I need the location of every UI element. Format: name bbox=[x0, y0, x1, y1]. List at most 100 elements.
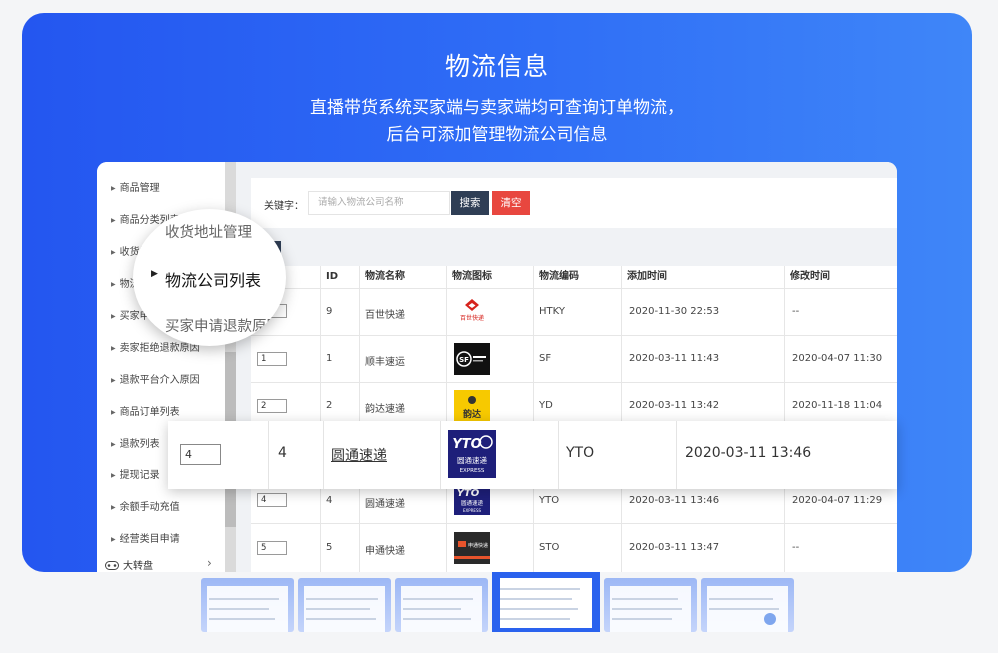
row-added: 2020-03-11 13:42 bbox=[629, 400, 720, 411]
gamepad-icon bbox=[105, 561, 119, 570]
yto-express-logo: YTO 圆通速递 EXPRESS bbox=[448, 430, 496, 478]
keyword-label: 关键字： bbox=[264, 201, 304, 212]
svg-text:圆通速递: 圆通速递 bbox=[457, 455, 487, 465]
col-header-id[interactable]: ID bbox=[326, 266, 338, 288]
hero-subtitle-line2: 后台可添加管理物流公司信息 bbox=[386, 125, 608, 145]
thumbnail-6[interactable] bbox=[701, 578, 794, 632]
caret-right-icon: ▶ bbox=[111, 217, 116, 224]
row-modified: 2020-04-07 11:29 bbox=[792, 495, 883, 506]
row-code: SF bbox=[539, 353, 552, 364]
caret-right-icon: ▶ bbox=[111, 185, 116, 192]
caret-right-icon: ▶ bbox=[111, 313, 116, 320]
row-code: YD bbox=[539, 400, 553, 411]
sort-order-input[interactable]: 5 bbox=[257, 541, 287, 555]
pie-chart-icon bbox=[764, 613, 776, 625]
thumbnail-5[interactable] bbox=[604, 578, 697, 632]
row-name: 圆通速递 bbox=[365, 499, 405, 510]
svg-text:申通快递: 申通快递 bbox=[468, 542, 488, 549]
col-header-code[interactable]: 物流编码 bbox=[539, 266, 579, 288]
sort-order-input[interactable]: 4 bbox=[257, 493, 287, 507]
row-name: 申通快递 bbox=[365, 546, 405, 557]
magnified-item-refund-reason[interactable]: 买家申请退款原因 bbox=[165, 315, 281, 336]
row-id: 5 bbox=[326, 542, 333, 553]
sort-order-input[interactable]: 2 bbox=[257, 399, 287, 413]
svg-text:圆通速递: 圆通速递 bbox=[461, 499, 484, 507]
row-modified: 2020-04-07 11:30 bbox=[792, 353, 883, 364]
row-name: 顺丰速运 bbox=[365, 357, 405, 368]
caret-right-icon: ▶ bbox=[111, 472, 116, 479]
row-code: STO bbox=[539, 542, 560, 553]
row-added: 2020-11-30 22:53 bbox=[629, 306, 720, 317]
sidebar-item-wheel[interactable]: 大转盘 › bbox=[105, 556, 212, 572]
col-header-added[interactable]: 添加时间 bbox=[627, 266, 667, 288]
sidebar-item-category-apply[interactable]: ▶ 经营类目申请 bbox=[111, 530, 180, 545]
sf-express-logo: SF bbox=[454, 343, 490, 375]
row-added: 2020-03-11 13:46 bbox=[685, 445, 812, 461]
caret-right-icon: ▶ bbox=[111, 281, 116, 288]
row-name: 百世快递 bbox=[365, 310, 405, 321]
row-added: 2020-03-11 13:46 bbox=[629, 495, 720, 506]
col-header-name[interactable]: 物流名称 bbox=[365, 266, 405, 288]
clear-button[interactable]: 清空 bbox=[492, 191, 530, 215]
caret-right-icon: ▶ bbox=[111, 345, 116, 352]
svg-text:百世快递: 百世快递 bbox=[460, 314, 484, 322]
row-id: 1 bbox=[326, 353, 333, 364]
search-button[interactable]: 搜索 bbox=[451, 191, 489, 215]
magnified-item-logistics-list[interactable]: 物流公司列表 bbox=[165, 267, 261, 291]
row-name-link[interactable]: 圆通速递 bbox=[331, 445, 387, 465]
row-id: 9 bbox=[326, 306, 333, 317]
magnified-item-address[interactable]: 收货地址管理 bbox=[165, 221, 252, 242]
yunda-logo: 韵达 bbox=[454, 390, 490, 422]
sidebar-item-goods[interactable]: ▶ 商品管理 bbox=[111, 179, 160, 194]
caret-right-icon: ▶ bbox=[111, 536, 116, 543]
sidebar-magnifier: 收货地址管理 ▶ 物流公司列表 买家申请退款原因 bbox=[133, 209, 286, 346]
svg-text:SF: SF bbox=[459, 356, 469, 364]
sidebar-item-refunds[interactable]: ▶ 退款列表 bbox=[111, 435, 160, 450]
svg-text:YTO: YTO bbox=[452, 437, 481, 452]
svg-text:韵达: 韵达 bbox=[463, 408, 481, 420]
thumbnail-2[interactable] bbox=[298, 578, 391, 632]
row-code: YTO bbox=[539, 495, 560, 506]
chevron-right-icon: › bbox=[207, 556, 212, 570]
hero-subtitle-line1: 直播带货系统买家端与卖家端均可查询订单物流， bbox=[310, 98, 684, 118]
row-code: HTKY bbox=[539, 306, 565, 317]
thumbnail-4-active[interactable] bbox=[492, 572, 600, 632]
caret-right-icon: ▶ bbox=[111, 377, 116, 384]
sidebar-item-recharge[interactable]: ▶ 余额手动充值 bbox=[111, 498, 180, 513]
row-id: 4 bbox=[326, 495, 333, 506]
row-id: 2 bbox=[326, 400, 333, 411]
svg-text:EXPRESS: EXPRESS bbox=[460, 468, 485, 474]
row-modified: 2020-11-18 11:04 bbox=[792, 400, 883, 411]
caret-right-icon: ▶ bbox=[111, 249, 116, 256]
row-code: YTO bbox=[566, 445, 595, 461]
row-id: 4 bbox=[278, 445, 287, 461]
thumbnail-strip bbox=[201, 572, 801, 632]
sort-order-input[interactable]: 4 bbox=[180, 444, 221, 465]
search-bar: 关键字： 请输入物流公司名称 搜索 清空 bbox=[251, 178, 897, 228]
thumbnail-1[interactable] bbox=[201, 578, 294, 632]
search-input[interactable]: 请输入物流公司名称 bbox=[308, 191, 450, 215]
highlighted-row: 4 4 圆通速递 YTO 圆通速递 EXPRESS YTO 2020-03-11 1… bbox=[168, 421, 897, 489]
thumbnail-3[interactable] bbox=[395, 578, 488, 632]
sto-express-logo: 申通快递 bbox=[454, 532, 490, 564]
best-express-logo: 百世快递 bbox=[454, 297, 490, 329]
logistics-table: ID 物流名称 物流图标 物流编码 添加时间 修改时间 9 百世快递 百世快递 … bbox=[251, 266, 897, 572]
col-header-modified[interactable]: 修改时间 bbox=[790, 266, 830, 288]
row-name: 韵达速递 bbox=[365, 404, 405, 415]
sidebar-item-platform-reason[interactable]: ▶ 退款平台介入原因 bbox=[111, 371, 200, 386]
caret-right-icon: ▶ bbox=[111, 504, 116, 511]
svg-text:YTO: YTO bbox=[457, 488, 480, 499]
main-content: 关键字： 请输入物流公司名称 搜索 清空 ID 物流名称 物流图标 物流编码 添… bbox=[236, 162, 897, 572]
row-modified: -- bbox=[792, 306, 800, 317]
sidebar-item-orders[interactable]: ▶ 商品订单列表 bbox=[111, 403, 180, 418]
caret-right-icon: ▶ bbox=[111, 441, 116, 448]
row-modified: -- bbox=[792, 542, 800, 553]
row-added: 2020-03-11 13:47 bbox=[629, 542, 720, 553]
sidebar-item-withdraw[interactable]: ▶ 提现记录 bbox=[111, 466, 160, 481]
row-added: 2020-03-11 11:43 bbox=[629, 353, 720, 364]
hero-subtitle: 直播带货系统买家端与卖家端均可查询订单物流， 后台可添加管理物流公司信息 bbox=[22, 95, 972, 149]
col-header-icon[interactable]: 物流图标 bbox=[452, 266, 492, 288]
sort-order-input[interactable]: 1 bbox=[257, 352, 287, 366]
caret-right-icon: ▶ bbox=[111, 409, 116, 416]
svg-text:EXPRESS: EXPRESS bbox=[463, 508, 482, 513]
